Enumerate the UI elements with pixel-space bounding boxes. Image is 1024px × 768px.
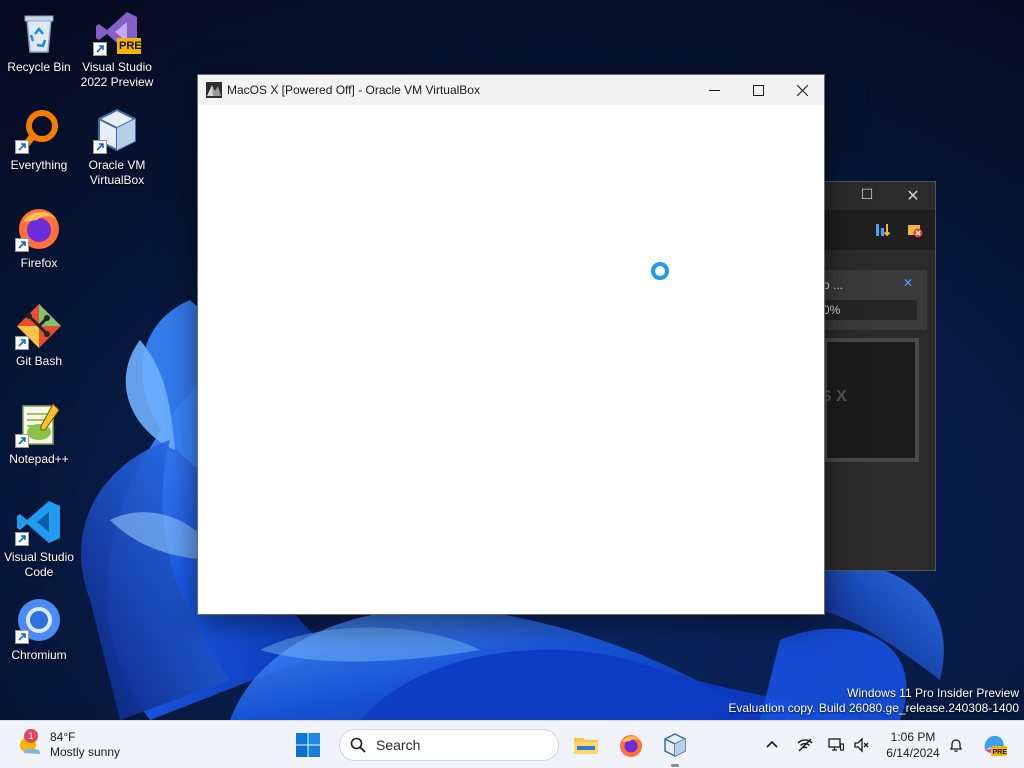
notepad-plus-plus-icon (15, 400, 63, 448)
clock-time: 1:06 PM (890, 730, 936, 744)
sun-cloud-icon: 1 (16, 729, 44, 759)
desktop-icon-label: Visual Studio Code (4, 550, 74, 579)
desktop-icon-git-bash[interactable]: Git Bash (0, 302, 78, 369)
weather-widget[interactable]: 1 84°F Mostly sunny (16, 727, 120, 763)
network-disconnected-icon (797, 738, 813, 752)
shortcut-arrow-icon (15, 630, 29, 644)
tray-network[interactable] (795, 735, 815, 755)
virtualbox-vm-window[interactable]: MacOS X [Powered Off] - Oracle VM Virtua… (197, 74, 825, 615)
shortcut-arrow-icon (93, 42, 107, 56)
window-titlebar[interactable]: MacOS X [Powered Off] - Oracle VM Virtua… (198, 75, 824, 105)
shortcut-arrow-icon (93, 140, 107, 154)
background-window[interactable]: ☐ ✕ o ... ✕ 0% S X (821, 181, 936, 571)
desktop-icon-chromium[interactable]: Chromium (0, 596, 78, 663)
watermark-line-2: Evaluation copy. Build 26080.ge_release.… (728, 701, 1019, 715)
desktop-icon-label: Everything (10, 158, 68, 172)
vm-preview: S X (821, 338, 919, 462)
tray-volume[interactable] (852, 735, 872, 755)
virtualbox-icon (93, 106, 141, 154)
taskbar-firefox[interactable] (611, 725, 651, 765)
clear-icon[interactable] (907, 222, 923, 238)
tray-display[interactable] (826, 735, 846, 755)
loading-spinner-icon (651, 262, 669, 280)
virtualbox-icon (664, 733, 686, 757)
everything-search-icon (15, 106, 63, 154)
firefox-icon (620, 735, 642, 757)
progress-panel-title: o ... (823, 278, 844, 292)
sort-icon[interactable] (875, 222, 891, 238)
desktop-icon-vscode[interactable]: Visual Studio Code (0, 498, 78, 580)
start-button[interactable] (288, 725, 328, 765)
desktop-icon-firefox[interactable]: Firefox (0, 204, 78, 271)
firefox-icon (15, 204, 63, 252)
close-icon[interactable]: ✕ (903, 186, 923, 206)
weather-alert-badge: 1 (24, 729, 38, 743)
shortcut-arrow-icon (15, 336, 29, 350)
copilot-preview-icon: PRE (984, 735, 1008, 756)
desktop-icon-virtualbox[interactable]: Oracle VM VirtualBox (78, 106, 156, 188)
close-button[interactable] (780, 75, 824, 105)
desktop-icon-label: Oracle VM VirtualBox (88, 158, 146, 187)
show-hidden-icons-button[interactable] (762, 735, 782, 755)
git-bash-icon (15, 302, 63, 350)
display-icon (828, 738, 844, 751)
desktop-icon-label: Chromium (11, 648, 67, 662)
taskbar-clock[interactable]: 1:06 PM 6/14/2024 (878, 729, 948, 761)
copilot-button[interactable]: PRE (980, 731, 1008, 759)
chevron-up-icon (766, 740, 778, 748)
notifications-button[interactable] (946, 735, 966, 755)
clock-date: 6/14/2024 (886, 746, 940, 760)
maximize-icon[interactable]: ☐ (857, 186, 877, 203)
desktop-icon-label: Recycle Bin (7, 60, 71, 74)
taskbar: 1 84°F Mostly sunny Search 1:06 PM 6/14/… (0, 720, 1024, 768)
desktop-icon-label: Notepad++ (9, 452, 69, 466)
desktop-icon-recycle-bin[interactable]: Recycle Bin (0, 8, 78, 75)
taskbar-search[interactable]: Search (339, 729, 559, 761)
weather-description: Mostly sunny (50, 745, 121, 759)
preview-badge: PRE (119, 40, 142, 52)
shortcut-arrow-icon (15, 238, 29, 252)
watermark-line-1: Windows 11 Pro Insider Preview (847, 686, 1019, 700)
desktop-icon-everything[interactable]: Everything (0, 106, 78, 173)
recycle-bin-icon (15, 8, 63, 56)
desktop-icon-visual-studio-preview[interactable]: PRE Visual Studio 2022 Preview (78, 8, 156, 90)
progress-bar: 0% (823, 300, 917, 320)
maximize-icon (752, 84, 764, 96)
taskbar-file-explorer[interactable] (566, 725, 606, 765)
window-title: MacOS X [Powered Off] - Oracle VM Virtua… (227, 83, 480, 97)
desktop-icon-notepad-plus-plus[interactable]: Notepad++ (0, 400, 78, 467)
desktop-icon-label: Firefox (20, 256, 58, 270)
vm-display-area[interactable] (198, 105, 824, 614)
windows-logo-icon (296, 733, 320, 757)
minimize-icon (708, 89, 720, 91)
close-icon[interactable]: ✕ (903, 276, 913, 290)
windows-watermark: Windows 11 Pro Insider Preview Evaluatio… (728, 686, 1019, 716)
shortcut-arrow-icon (15, 532, 29, 546)
virtualbox-app-icon (206, 82, 222, 98)
bell-icon (949, 739, 963, 752)
shortcut-arrow-icon (15, 434, 29, 448)
visual-studio-preview-icon: PRE (93, 8, 142, 56)
folder-icon (574, 738, 598, 754)
background-window-titlebar[interactable]: ☐ ✕ (823, 182, 935, 210)
svg-text:PRE: PRE (993, 749, 1008, 756)
desktop-icon-label: Visual Studio 2022 Preview (80, 60, 154, 89)
chromium-icon (15, 596, 63, 644)
vscode-icon (15, 498, 63, 546)
search-label: Search (376, 737, 421, 753)
weather-temperature: 84°F (50, 730, 76, 744)
progress-panel: o ... ✕ 0% (823, 270, 927, 330)
desktop-icon-label: Git Bash (15, 354, 63, 368)
running-indicator (671, 764, 679, 767)
close-icon (796, 84, 808, 96)
background-window-toolbar (823, 210, 935, 250)
taskbar-virtualbox[interactable] (655, 725, 695, 765)
search-icon (350, 737, 366, 753)
shortcut-arrow-icon (15, 140, 29, 154)
volume-muted-icon (854, 737, 869, 753)
maximize-button[interactable] (736, 75, 780, 105)
minimize-button[interactable] (692, 75, 736, 105)
